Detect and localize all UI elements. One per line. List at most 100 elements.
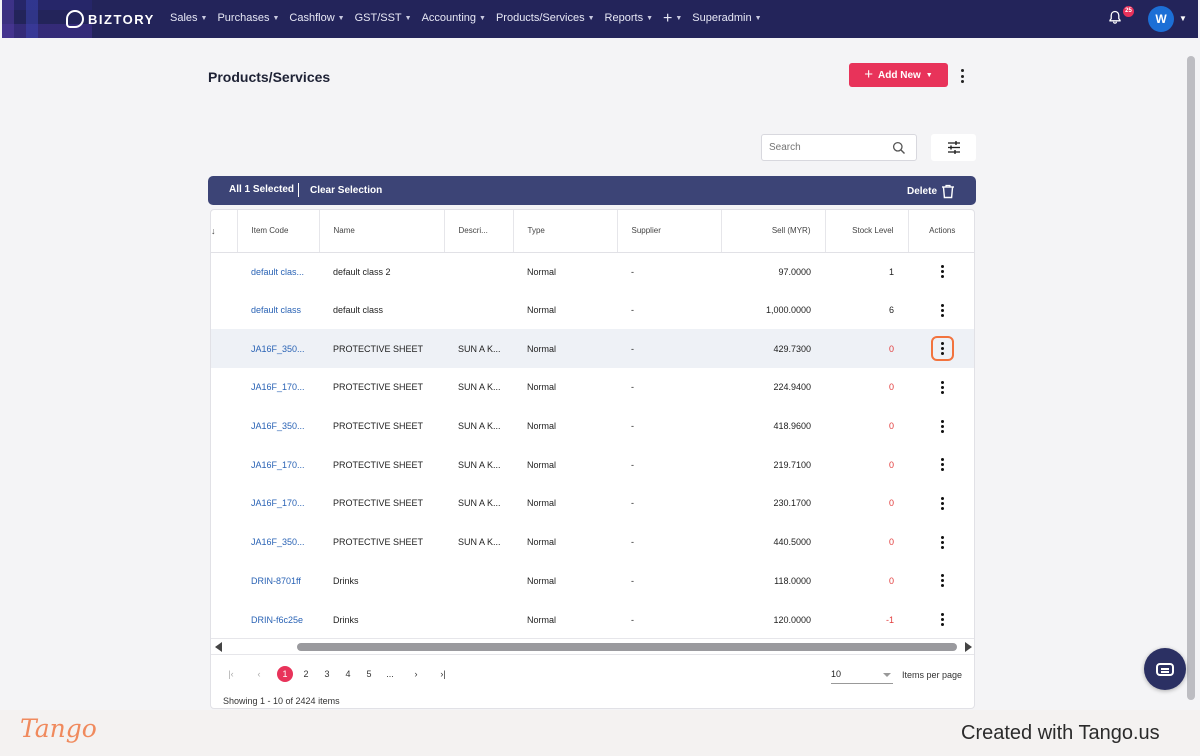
avatar[interactable]: W xyxy=(1148,6,1174,32)
item-stock-level: -1 xyxy=(885,614,894,625)
clear-selection-button[interactable]: Clear Selection xyxy=(310,185,382,196)
row-actions-icon[interactable] xyxy=(931,607,954,632)
column-header-sell[interactable]: Sell (MYR) xyxy=(721,210,826,253)
item-code-link[interactable]: default class xyxy=(237,291,319,330)
scroll-left-arrow-icon[interactable] xyxy=(215,642,222,652)
horizontal-scrollbar[interactable] xyxy=(211,638,974,655)
chevron-down-icon: ▼ xyxy=(646,14,654,22)
last-page-button[interactable]: ›| xyxy=(435,669,451,679)
page-button-2[interactable]: 2 xyxy=(298,669,314,679)
table-row[interactable]: default clas... default class 2 Normal -… xyxy=(211,252,974,291)
page-ellipsis-button[interactable]: ... xyxy=(382,669,398,679)
item-code-link[interactable]: default clas... xyxy=(237,252,319,291)
table-row[interactable]: JA16F_350... PROTECTIVE SHEET SUN A K...… xyxy=(211,523,974,562)
item-code-link[interactable]: JA16F_350... xyxy=(237,329,319,369)
search-icon[interactable] xyxy=(892,141,906,155)
menu-item-purchases[interactable]: Purchases ▼ xyxy=(217,12,279,24)
brand-logo[interactable]: BIZTORY xyxy=(66,10,155,28)
add-new-button[interactable]: + Add New ▼ xyxy=(849,63,948,87)
column-header-description[interactable]: Descri... xyxy=(444,210,514,253)
next-page-button[interactable]: › xyxy=(408,669,424,679)
chevron-down-icon[interactable]: ▼ xyxy=(1179,14,1187,23)
row-actions-icon[interactable] xyxy=(931,298,954,323)
column-header-item-code[interactable]: Item Code xyxy=(237,210,320,253)
row-actions-icon[interactable] xyxy=(930,336,954,362)
page-button-4[interactable]: 4 xyxy=(340,669,356,679)
column-header-stock-level[interactable]: Stock Level xyxy=(825,210,909,253)
row-actions-icon[interactable] xyxy=(931,375,954,400)
row-actions-icon[interactable] xyxy=(931,530,954,555)
row-actions-icon[interactable] xyxy=(931,568,954,593)
page-button-3[interactable]: 3 xyxy=(319,669,335,679)
delete-button[interactable]: Delete xyxy=(907,184,955,199)
item-description xyxy=(444,562,513,601)
item-description xyxy=(444,252,513,291)
item-code-link[interactable]: DRIN-f6c25e xyxy=(237,600,319,639)
menu-item-products-services[interactable]: Products/Services ▼ xyxy=(496,12,595,24)
menu-item-quick-add[interactable]: + ▼ xyxy=(663,10,682,26)
column-header-supplier[interactable]: Supplier xyxy=(617,210,722,253)
table-row[interactable]: default class default class Normal - 1,0… xyxy=(211,291,974,330)
column-header-type[interactable]: Type xyxy=(513,210,618,253)
item-stock-level: 1 xyxy=(888,266,894,277)
item-description: SUN A K... xyxy=(458,537,501,548)
item-code-link[interactable]: JA16F_170... xyxy=(237,368,319,407)
table-row[interactable]: DRIN-8701ff Drinks Normal - 118.0000 0 xyxy=(211,562,974,601)
menu-item-reports[interactable]: Reports ▼ xyxy=(605,12,653,24)
item-sell-price: 118.0000 xyxy=(774,575,811,586)
table-row[interactable]: DRIN-f6c25e Drinks Normal - 120.0000 -1 xyxy=(211,600,974,639)
table-row[interactable]: JA16F_170... PROTECTIVE SHEET SUN A K...… xyxy=(211,445,974,484)
table-row[interactable]: JA16F_350... PROTECTIVE SHEET SUN A K...… xyxy=(211,407,974,446)
item-description: SUN A K... xyxy=(458,421,501,432)
table-header-row: ↓ Item Code Name Descri... Type Supplier… xyxy=(211,210,974,253)
page-button-5[interactable]: 5 xyxy=(361,669,377,679)
item-type: Normal xyxy=(527,614,557,625)
item-name: PROTECTIVE SHEET xyxy=(333,421,424,432)
menu-item-accounting[interactable]: Accounting ▼ xyxy=(422,12,486,24)
main-menu: Sales ▼ Purchases ▼ Cashflow ▼ GST/SST ▼ Acc… xyxy=(170,10,762,26)
page-button-1[interactable]: 1 xyxy=(277,666,293,682)
item-code-link[interactable]: JA16F_350... xyxy=(237,523,319,562)
chevron-down-icon: ▼ xyxy=(754,14,762,22)
chevron-down-icon: ▼ xyxy=(587,14,595,22)
item-code-link[interactable]: JA16F_170... xyxy=(237,484,319,523)
column-header-name[interactable]: Name xyxy=(319,210,445,253)
prev-page-button[interactable]: ‹ xyxy=(251,669,267,679)
menu-item-gst-sst[interactable]: GST/SST ▼ xyxy=(355,12,412,24)
selection-count[interactable]: All 1 Selected xyxy=(229,184,294,195)
menu-item-cashflow[interactable]: Cashflow ▼ xyxy=(289,12,344,24)
vertical-scrollbar[interactable] xyxy=(1187,56,1195,700)
item-supplier: - xyxy=(617,329,721,369)
table-row[interactable]: JA16F_170... PROTECTIVE SHEET SUN A K...… xyxy=(211,484,974,523)
scrollbar-thumb[interactable] xyxy=(297,643,957,651)
bell-icon[interactable] xyxy=(1108,10,1122,24)
item-description xyxy=(444,291,513,330)
chevron-down-icon: ▼ xyxy=(925,71,933,79)
item-code-link[interactable]: JA16F_170... xyxy=(237,445,319,484)
filter-settings-button[interactable] xyxy=(931,134,976,161)
items-per-page-select[interactable]: 10 xyxy=(831,666,893,684)
menu-item-superadmin[interactable]: Superadmin ▼ xyxy=(692,12,761,24)
products-grid: ↓ Item Code Name Descri... Type Supplier… xyxy=(210,209,975,709)
item-type: Normal xyxy=(527,498,557,509)
row-actions-icon[interactable] xyxy=(931,491,954,516)
page-more-options-icon[interactable] xyxy=(956,68,968,84)
item-code-link[interactable]: DRIN-8701ff xyxy=(237,562,319,601)
item-code-link[interactable]: JA16F_350... xyxy=(237,407,319,446)
row-actions-icon[interactable] xyxy=(931,414,954,439)
scroll-right-arrow-icon[interactable] xyxy=(965,642,972,652)
chat-support-button[interactable] xyxy=(1144,648,1186,690)
row-actions-icon[interactable] xyxy=(931,259,954,284)
first-page-button[interactable]: |‹ xyxy=(223,669,239,679)
table-row-selected[interactable]: JA16F_350... PROTECTIVE SHEET SUN A K...… xyxy=(211,329,974,369)
menu-item-sales[interactable]: Sales ▼ xyxy=(170,12,207,24)
item-stock-level: 0 xyxy=(825,329,908,369)
table-row[interactable]: JA16F_170... PROTECTIVE SHEET SUN A K...… xyxy=(211,368,974,407)
search-input[interactable] xyxy=(769,142,889,153)
item-supplier: - xyxy=(631,537,634,548)
item-name: default class 2 xyxy=(333,266,391,277)
item-sell-price: 418.9600 xyxy=(773,421,811,432)
row-actions-icon[interactable] xyxy=(931,452,954,477)
sort-arrow-icon[interactable]: ↓ xyxy=(211,210,238,253)
item-sell-price: 440.5000 xyxy=(773,537,811,548)
